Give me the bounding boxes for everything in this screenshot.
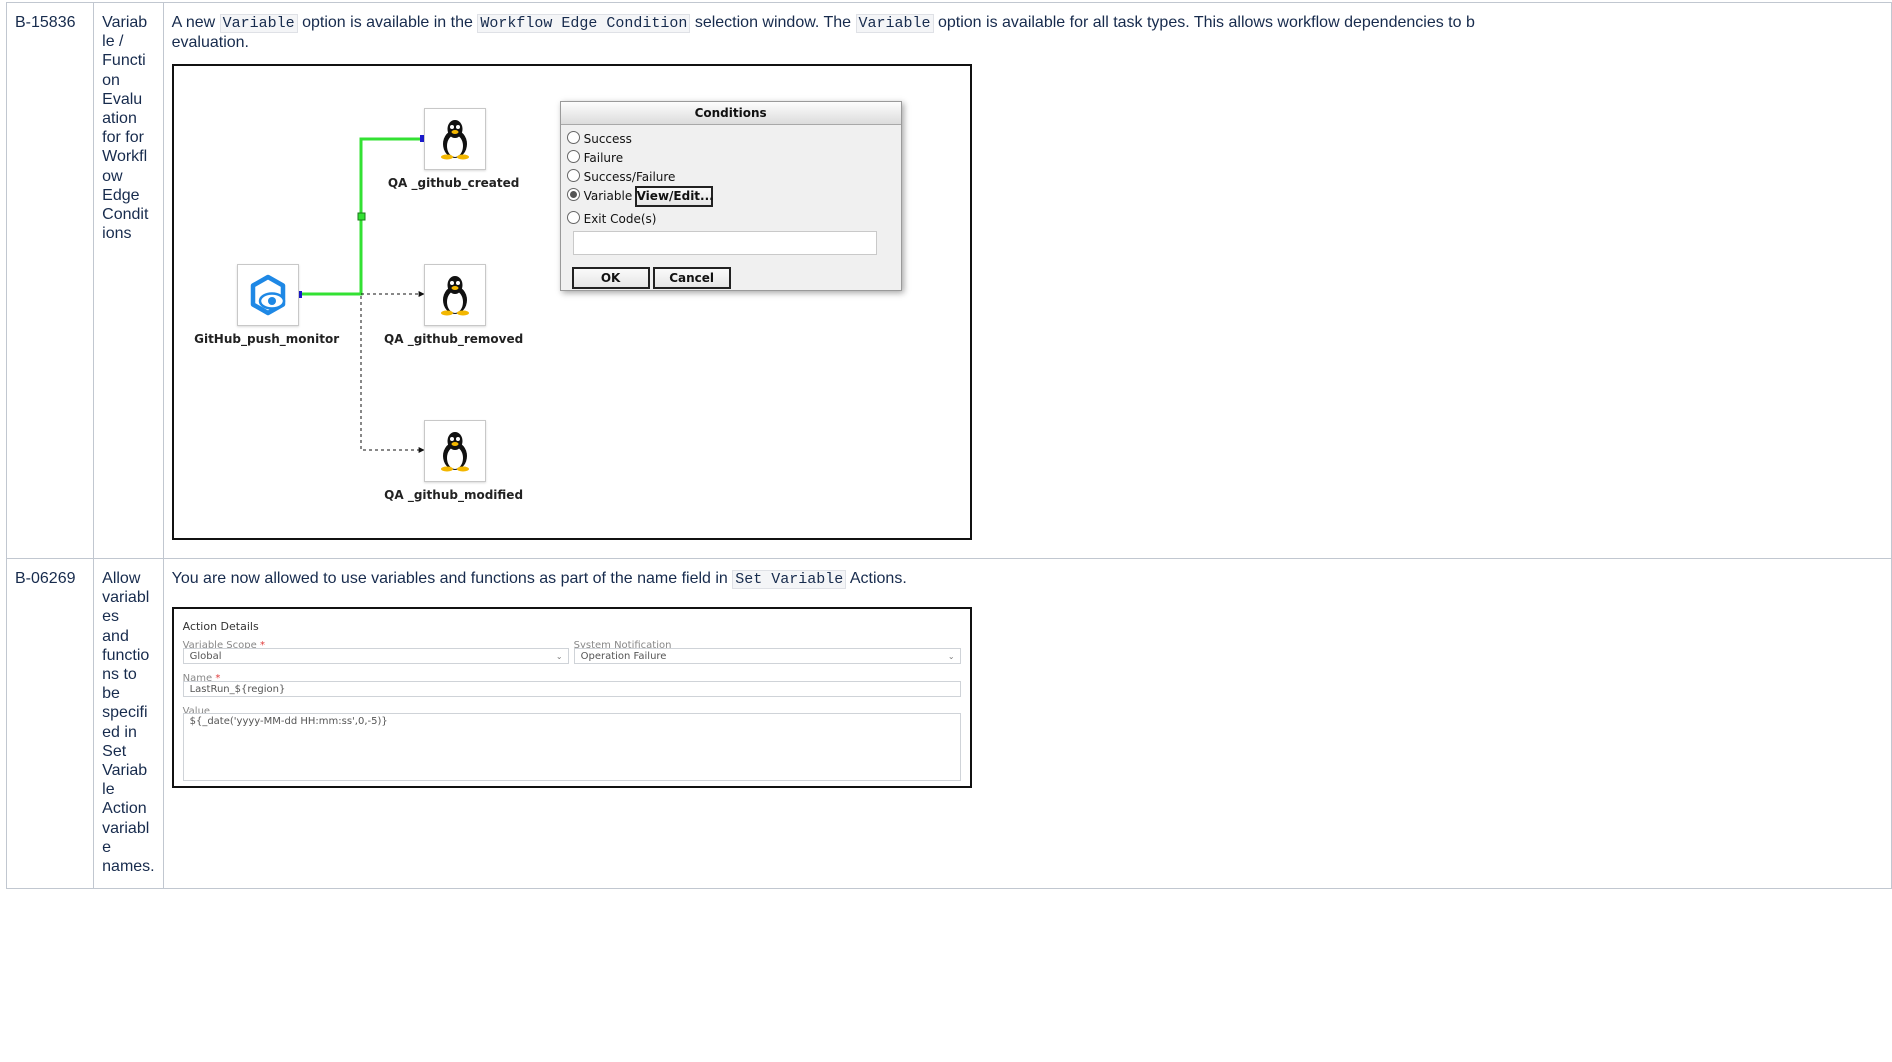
node-label: QA _github_created [387,176,520,191]
ok-button[interactable]: OK [571,267,650,290]
name-input[interactable]: LastRun_${region} [182,681,961,698]
description-text: A new Variable option is available in th… [172,13,1883,33]
node-qa-github-modified[interactable] [423,420,486,483]
radio-button[interactable] [566,150,580,164]
ticket-id-text: B-06269 [15,570,76,587]
ticket-id-text: B-15836 [15,14,76,31]
title-line: for for [102,129,144,147]
node-qa-github-created[interactable] [423,108,486,171]
text: option is available in the [297,14,478,31]
option-success[interactable]: Success [566,131,632,147]
node-label: GitHub_push_monitor [194,332,340,347]
option-label: Success [583,132,632,147]
ticket-id: B-06269 [5,558,95,889]
cancel-button[interactable]: Cancel [652,267,731,290]
code-variable: Variable [855,14,934,33]
node-qa-github-removed[interactable] [423,264,486,327]
title-line: e [102,838,112,856]
radio-button[interactable] [566,211,580,225]
system-notification-select[interactable]: Operation Failure ⌄ [573,648,961,665]
code-workflow-edge-condition: Workflow Edge Condition [477,14,691,33]
title-line: le [102,781,115,799]
option-exit-codes[interactable]: Exit Code(s) [566,211,657,227]
title-line: Workfl [102,148,148,166]
select-value: Operation Failure [580,651,667,663]
action-details-figure: Action Details Variable Scope * Global ⌄ … [171,607,972,789]
table-row: B-15836 Variab le / Functi on Evalu atio… [5,2,1892,559]
title-line: Condit [102,206,149,224]
title-line: variabl [102,589,150,607]
radio-button[interactable] [566,169,580,183]
option-label: Success/Failure [583,170,676,185]
title-line: Evalu [102,90,143,108]
chevron-down-icon: ⌄ [555,652,563,662]
title-line: Variab [102,14,148,31]
code-set-variable: Set Variable [732,570,847,589]
description-cell: You are now allowed to use variables and… [162,558,1892,889]
title-line: Allow [102,570,141,587]
feature-title: Variab le / Functi on Evalu ation for fo… [93,2,164,559]
node-github-push-monitor[interactable] [236,264,299,327]
title-line: Set [102,742,127,760]
title-line: Functi [102,52,146,70]
ticket-id: B-15836 [5,2,95,559]
option-label: Exit Code(s) [583,212,657,227]
feature-title: Allow variabl es and functio ns to be sp… [93,558,164,889]
node-label: QA _github_modified [384,488,524,503]
option-label: Variable [583,189,633,204]
title-line: functio [102,646,150,664]
value-textarea[interactable]: ${_date('yyyy-MM-dd HH:mm:ss',0,-5)} [182,713,961,782]
text: A new [171,14,220,31]
exit-codes-input[interactable] [572,231,877,256]
title-line: be [102,685,120,703]
chevron-down-icon: ⌄ [947,652,955,662]
radio-button-selected[interactable] [566,188,580,202]
conditions-dialog: Conditions Success Failure Success/Failu… [559,101,902,292]
option-success-failure[interactable]: Success/Failure [566,169,676,185]
option-variable[interactable]: Variable [566,188,633,204]
title-line: specifi [102,704,148,722]
title-line: ed in [102,723,137,741]
radio-button[interactable] [566,131,580,145]
option-failure[interactable]: Failure [566,150,624,166]
title-line: variabl [102,819,150,837]
title-line: names. [102,858,155,876]
table-row: B-06269 Allow variabl es and functio ns … [5,558,1892,889]
description-cell: A new Variable option is available in th… [162,2,1892,559]
eye-hexagon-icon [250,275,285,316]
variable-scope-select[interactable]: Global ⌄ [182,648,569,665]
text: Actions. [846,570,907,587]
linux-penguin-icon [440,432,469,472]
title-line: ns to [102,666,137,684]
text: option is available for all task types. … [933,14,1475,31]
view-edit-button[interactable]: View/Edit... [634,186,714,208]
title-line: on [102,71,120,89]
title-line: Variab [102,762,148,780]
title-line: ation [102,110,137,128]
action-details-heading: Action Details [182,620,259,634]
title-line: ow [102,167,123,185]
title-line: le / [102,33,124,51]
title-line: Edge [102,186,140,204]
text: You are now allowed to use variables and… [171,570,733,587]
title-line: ions [102,225,132,243]
dialog-title: Conditions [560,102,901,126]
option-label: Failure [583,151,624,166]
code-variable: Variable [219,14,298,33]
linux-penguin-icon [440,120,469,160]
edge-midpoint-handle [357,212,366,221]
title-line: es [102,608,120,626]
text: selection window. The [690,14,856,31]
linux-penguin-icon [440,276,469,316]
description-text-line2: evaluation. [171,34,249,52]
title-line: and [102,627,129,645]
edge-monitor-to-modified [360,296,425,454]
description-text: You are now allowed to use variables and… [172,569,1883,589]
workflow-figure: GitHub_push_monitor QA _github_created Q… [171,64,972,541]
release-notes-table: B-15836 Variab le / Functi on Evalu atio… [5,2,1892,889]
node-label: QA _github_removed [384,332,524,347]
title-line: Action [102,800,147,818]
select-value: Global [189,651,222,663]
